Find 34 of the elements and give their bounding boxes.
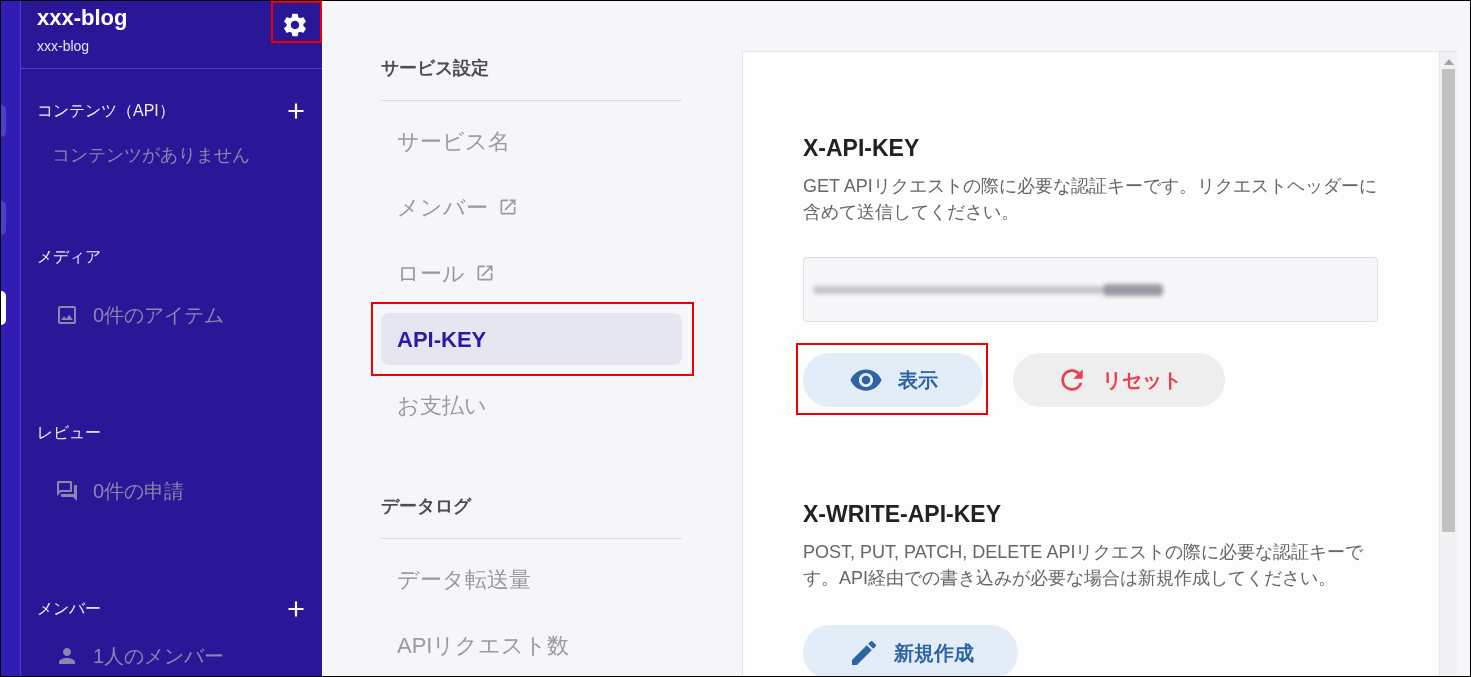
section-title: メディア — [37, 247, 101, 267]
key-description: GET APIリクエストの際に必要な認証キーです。リクエストヘッダーに含めて送信してください。 — [803, 175, 1378, 224]
section-title: コンテンツ（API） — [37, 101, 175, 121]
show-button[interactable]: 表示 — [803, 353, 983, 407]
nav-item[interactable]: API-KEY — [381, 313, 682, 365]
create-button[interactable]: 新規作成 — [803, 625, 1018, 676]
service-name: xxx-blog — [37, 5, 128, 31]
sidebar-item[interactable]: 0件の申請 — [55, 479, 185, 503]
key-title: X-API-KEY — [803, 136, 921, 160]
section-title: メンバー — [37, 599, 101, 619]
nav-item[interactable]: データ転送量 — [381, 553, 682, 605]
scrollbar[interactable] — [1439, 52, 1457, 676]
settings-icon — [281, 11, 309, 39]
key-description: POST, PUT, PATCH, DELETE APIリクエストの際に必要な認証キーです。API経由での書き込みが必要な場合は新規作成してください。 — [803, 541, 1365, 590]
key-title: X-WRITE-API-KEY — [803, 502, 1003, 526]
arrow-up-icon — [1443, 59, 1454, 65]
image-icon — [55, 303, 79, 327]
nav-heading: データログ — [381, 494, 682, 539]
settings-button[interactable] — [281, 11, 309, 39]
nav-item[interactable]: お支払い — [381, 379, 682, 431]
sidebar-item[interactable]: 0件のアイテム — [55, 303, 225, 327]
nav-item[interactable]: メンバー — [381, 181, 682, 233]
empty-message: コンテンツがありません — [52, 144, 251, 166]
nav-item[interactable]: ロール — [381, 247, 682, 299]
sidebar-item[interactable]: 1人のメンバー — [55, 644, 225, 668]
scrollbar-thumb[interactable] — [1442, 69, 1455, 532]
reset-button[interactable]: リセット — [1013, 353, 1225, 407]
nav-item[interactable]: APIリクエスト数 — [381, 619, 682, 671]
section-title: レビュー — [37, 423, 101, 443]
service-id: xxx-blog — [37, 37, 91, 55]
nav-item[interactable]: サービス名 — [381, 115, 682, 167]
api-key-field[interactable] — [803, 257, 1378, 322]
nav-heading: サービス設定 — [381, 56, 682, 101]
chat-bubbles-icon — [55, 479, 79, 503]
